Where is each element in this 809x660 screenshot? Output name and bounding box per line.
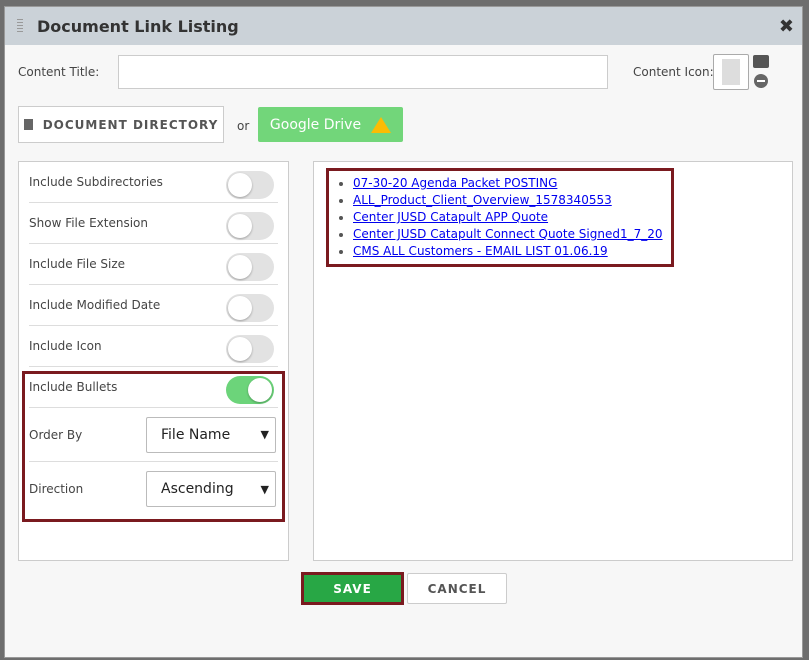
option-toggle[interactable] — [226, 335, 274, 363]
link-list: 07-30-20 Agenda Packet POSTING ALL_Produc… — [326, 168, 674, 267]
drag-handle-icon[interactable] — [17, 19, 23, 33]
chevron-down-icon: ▼ — [260, 428, 269, 441]
document-link[interactable]: Center JUSD Catapult APP Quote — [353, 210, 548, 224]
option-label: Include Icon — [29, 339, 102, 353]
option-toggle[interactable] — [226, 253, 274, 281]
option-label: Include Modified Date — [29, 298, 161, 312]
list-item: CMS ALL Customers - EMAIL LIST 01.06.19 — [353, 243, 663, 260]
content-title-label: Content Title: — [18, 65, 100, 79]
document-directory-button[interactable]: DOCUMENT DIRECTORY — [18, 106, 224, 143]
content-icon-label: Content Icon: — [633, 65, 714, 79]
direction-row: Direction Ascending ▼ — [29, 462, 278, 516]
or-label: or — [237, 119, 250, 133]
google-drive-button[interactable]: Google Drive — [258, 107, 403, 142]
document-link[interactable]: 07-30-20 Agenda Packet POSTING — [353, 176, 557, 190]
remove-icon[interactable] — [754, 74, 768, 88]
list-item: ALL_Product_Client_Overview_1578340553 — [353, 192, 663, 209]
content-icon-preview[interactable] — [713, 54, 749, 90]
option-row: Include Bullets — [29, 367, 278, 408]
order-by-value: File Name — [161, 426, 231, 443]
cancel-button[interactable]: CANCEL — [407, 573, 507, 604]
option-label: Include Bullets — [29, 380, 118, 394]
document-link-listing-dialog: Document Link Listing ✖ Content Title: C… — [4, 6, 803, 658]
option-toggle[interactable] — [226, 212, 274, 240]
google-drive-icon — [371, 116, 392, 133]
content-title-input[interactable] — [118, 55, 608, 89]
dialog-header[interactable]: Document Link Listing ✖ — [5, 7, 802, 45]
list-item: 07-30-20 Agenda Packet POSTING — [353, 175, 663, 192]
document-link[interactable]: ALL_Product_Client_Overview_1578340553 — [353, 193, 612, 207]
preview-panel: 07-30-20 Agenda Packet POSTING ALL_Produc… — [313, 161, 793, 561]
direction-value: Ascending — [161, 481, 234, 497]
document-directory-label: DOCUMENT DIRECTORY — [42, 117, 219, 132]
list-item: Center JUSD Catapult APP Quote — [353, 209, 663, 226]
options-panel: Include Subdirectories Show File Extensio… — [18, 161, 289, 561]
direction-select[interactable]: Ascending ▼ — [146, 471, 276, 507]
order-by-select[interactable]: File Name ▼ — [146, 416, 276, 453]
file-icon — [23, 119, 33, 130]
option-label: Include File Size — [29, 257, 126, 271]
option-row: Include Icon — [29, 326, 278, 367]
chevron-down-icon: ▼ — [260, 482, 269, 496]
image-icon[interactable] — [753, 55, 769, 68]
close-icon[interactable]: ✖ — [779, 16, 794, 37]
document-link[interactable]: Center JUSD Catapult Connect Quote Signe… — [353, 227, 663, 241]
option-label: Show File Extension — [29, 216, 148, 230]
option-toggle[interactable] — [226, 376, 274, 404]
direction-label: Direction — [29, 482, 84, 496]
option-row: Include Modified Date — [29, 285, 278, 326]
document-link[interactable]: CMS ALL Customers - EMAIL LIST 01.06.19 — [353, 244, 608, 258]
option-row: Include Subdirectories — [29, 162, 278, 203]
option-toggle[interactable] — [226, 171, 274, 199]
order-by-label: Order By — [29, 427, 83, 442]
save-button[interactable]: SAVE — [301, 572, 404, 605]
option-toggle[interactable] — [226, 294, 274, 322]
dialog-title: Document Link Listing — [37, 16, 239, 36]
list-item: Center JUSD Catapult Connect Quote Signe… — [353, 226, 663, 243]
option-row: Show File Extension — [29, 203, 278, 244]
order-by-row: Order By File Name ▼ — [29, 408, 278, 462]
google-drive-label: Google Drive — [269, 116, 362, 133]
option-label: Include Subdirectories — [29, 175, 163, 189]
option-row: Include File Size — [29, 244, 278, 285]
